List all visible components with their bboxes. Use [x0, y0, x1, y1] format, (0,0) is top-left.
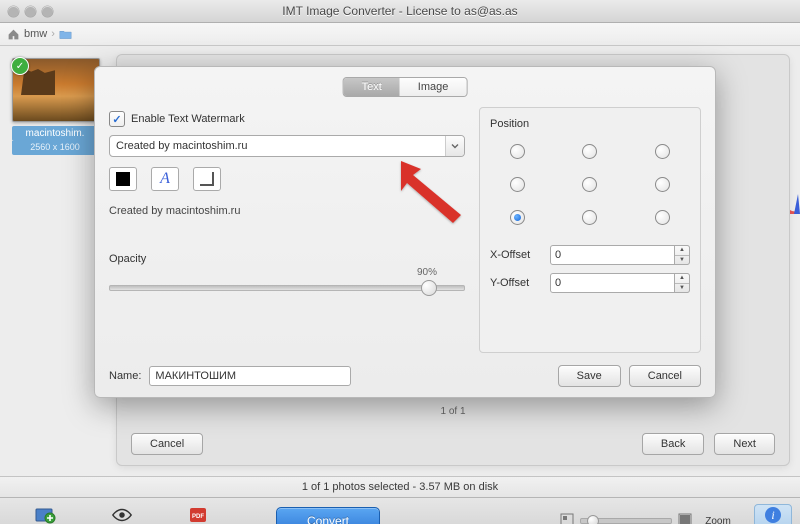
x-offset-label: X-Offset: [490, 249, 544, 261]
zoom-group: Zoom i Info: [560, 504, 792, 524]
preset-name-label: Name:: [109, 370, 141, 382]
opacity-label: Opacity: [109, 253, 465, 265]
status-text: 1 of 1 photos selected - 3.57 MB on disk: [302, 481, 498, 493]
position-top-right[interactable]: [655, 144, 670, 159]
watermark-preview-text: Created by macintoshim.ru: [109, 205, 465, 217]
position-middle-center[interactable]: [582, 177, 597, 192]
thumbnail-label: macintoshim.: [12, 126, 98, 141]
preset-name-input[interactable]: МАКИНТОШИМ: [149, 366, 351, 386]
shadow-button[interactable]: [193, 167, 221, 191]
breadcrumb: bmw ›: [0, 23, 800, 46]
add-photos-button[interactable]: Add Photos: [8, 505, 84, 524]
position-panel: Position X-Offset 0 ▲▼: [479, 107, 701, 353]
y-offset-input[interactable]: 0 ▲▼: [550, 273, 690, 293]
save-button[interactable]: Save: [558, 365, 621, 387]
zoom-in-icon[interactable]: [678, 513, 692, 524]
pdf-icon: PDF: [187, 505, 209, 524]
position-top-left[interactable]: [510, 144, 525, 159]
bottom-toolbar: Add Photos Quick Look PDF Export PDF Con…: [0, 497, 800, 524]
folder-icon[interactable]: [59, 27, 73, 41]
quick-look-button[interactable]: Quick Look: [84, 505, 160, 524]
preset-name-value: МАКИНТОШИМ: [155, 370, 236, 382]
selected-check-icon: ✓: [11, 57, 29, 75]
position-bottom-right[interactable]: [655, 210, 670, 225]
x-offset-value: 0: [555, 249, 561, 261]
thumbnail-dimensions: 2560 x 1600: [12, 141, 98, 155]
window-title: IMT Image Converter - License to as@as.a…: [0, 4, 800, 18]
text-color-button[interactable]: [109, 167, 137, 191]
position-top-center[interactable]: [582, 144, 597, 159]
y-offset-stepper[interactable]: ▲▼: [674, 273, 690, 293]
watermark-left-panel: ✓ Enable Text Watermark Created by macin…: [109, 107, 465, 353]
cancel-button[interactable]: Cancel: [629, 365, 701, 387]
position-bottom-left[interactable]: [510, 210, 525, 225]
position-middle-right[interactable]: [655, 177, 670, 192]
convert-button[interactable]: Convert: [276, 507, 380, 524]
opacity-percent: 90%: [109, 267, 437, 278]
x-offset-input[interactable]: 0 ▲▼: [550, 245, 690, 265]
wizard-next-button[interactable]: Next: [714, 433, 775, 455]
watermark-text-value: Created by macintoshim.ru: [116, 140, 247, 152]
home-icon[interactable]: [6, 27, 20, 41]
wizard-pager: 1 of 1: [440, 406, 465, 417]
info-icon: i: [765, 507, 781, 523]
status-bar: 1 of 1 photos selected - 3.57 MB on disk: [0, 476, 800, 497]
font-button[interactable]: A: [151, 167, 179, 191]
tab-text[interactable]: Text: [344, 78, 400, 96]
eye-icon: [111, 505, 133, 524]
titlebar: IMT Image Converter - License to as@as.a…: [0, 0, 800, 23]
opacity-slider[interactable]: [109, 280, 465, 296]
zoom-knob[interactable]: [587, 515, 599, 524]
photo-thumbnail[interactable]: ✓ macintoshim. 2560 x 1600: [12, 58, 98, 155]
opacity-knob[interactable]: [421, 280, 437, 296]
watermark-sheet: Text Image ✓ Enable Text Watermark Creat…: [94, 66, 716, 398]
add-photos-icon: [35, 505, 57, 524]
breadcrumb-item[interactable]: bmw: [24, 28, 47, 40]
thumbnail-image: ✓: [12, 58, 100, 122]
position-bottom-center[interactable]: [582, 210, 597, 225]
svg-text:PDF: PDF: [192, 514, 204, 520]
x-offset-stepper[interactable]: ▲▼: [674, 245, 690, 265]
position-grid: [490, 136, 690, 237]
enable-watermark-label: Enable Text Watermark: [131, 113, 245, 125]
y-offset-value: 0: [555, 277, 561, 289]
wizard-cancel-button[interactable]: Cancel: [131, 433, 203, 455]
zoom-label: Zoom: [698, 516, 738, 524]
info-button[interactable]: i Info: [754, 504, 792, 524]
export-pdf-button[interactable]: PDF Export PDF: [160, 505, 236, 524]
chevron-down-icon[interactable]: [445, 136, 464, 156]
zoom-slider[interactable]: [580, 518, 672, 524]
watermark-text-combo[interactable]: Created by macintoshim.ru: [109, 135, 465, 157]
enable-watermark-checkbox[interactable]: ✓: [109, 111, 125, 127]
position-middle-left[interactable]: [510, 177, 525, 192]
position-title: Position: [490, 118, 690, 130]
main-area: ✓ macintoshim. 2560 x 1600 1 of 1 Cancel…: [0, 46, 800, 476]
wizard-back-button[interactable]: Back: [642, 433, 704, 455]
zoom-out-icon[interactable]: [560, 513, 574, 524]
tab-image[interactable]: Image: [400, 78, 467, 96]
y-offset-label: Y-Offset: [490, 277, 544, 289]
watermark-type-segment[interactable]: Text Image: [343, 77, 468, 97]
